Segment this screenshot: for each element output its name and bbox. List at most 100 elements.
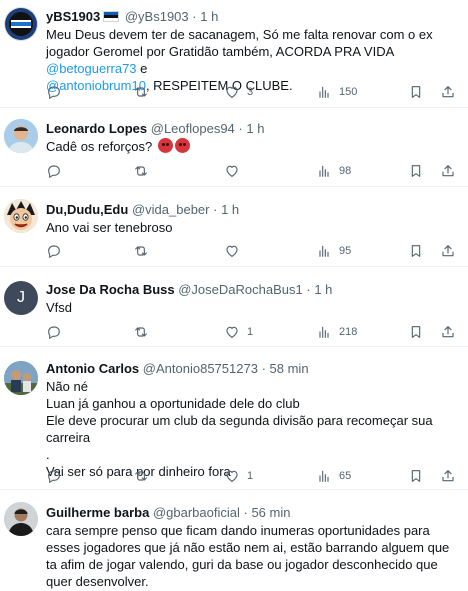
views-button[interactable]: 65 (316, 467, 351, 485)
share-icon (440, 324, 456, 340)
bookmark-button[interactable] (408, 242, 424, 260)
timestamp[interactable]: 1 h (221, 202, 239, 217)
author-name[interactable]: Jose Da Rocha Buss (46, 282, 175, 297)
tweet[interactable]: Du,Dudu,Edu @vida_beber · 1 h Ano vai se… (0, 187, 468, 267)
author-handle[interactable]: @yBs1903 (125, 9, 189, 24)
views-icon (316, 163, 332, 179)
timestamp[interactable]: 58 min (270, 361, 309, 376)
retweet-icon (133, 468, 149, 484)
share-button[interactable] (440, 83, 456, 101)
separator: · (306, 282, 311, 297)
views-button[interactable]: 98 (316, 162, 351, 180)
reply-icon (46, 84, 62, 100)
avatar[interactable] (4, 7, 38, 41)
heart-icon (224, 84, 240, 100)
heart-icon (224, 243, 240, 259)
text-line: Não né (46, 379, 88, 394)
views-button[interactable]: 218 (316, 323, 357, 341)
tweet-text: Ano vai ser tenebroso (46, 219, 460, 236)
text-line: Luan já ganhou a oportunidade dele do cl… (46, 396, 300, 411)
avatar[interactable] (4, 361, 38, 395)
retweet-button[interactable] (133, 83, 156, 101)
views-icon (316, 243, 332, 259)
separator: · (238, 121, 243, 136)
author-handle[interactable]: @gbarbaoficial (153, 505, 240, 520)
text-segment: e (136, 61, 148, 76)
author-name[interactable]: yBS1903 (46, 9, 100, 24)
like-button[interactable] (224, 242, 247, 260)
user-photo-icon (4, 119, 38, 153)
separator: · (213, 202, 218, 217)
retweet-button[interactable] (133, 323, 156, 341)
author-handle[interactable]: @vida_beber (132, 202, 210, 217)
timestamp[interactable]: 1 h (314, 282, 332, 297)
bookmark-button[interactable] (408, 467, 424, 485)
bookmark-button[interactable] (408, 83, 424, 101)
cartoon-avatar-icon (4, 199, 38, 233)
retweet-icon (133, 163, 149, 179)
avatar-letter: J (17, 289, 25, 306)
views-button[interactable]: 95 (316, 242, 351, 260)
avatar[interactable] (4, 502, 38, 536)
reply-button[interactable] (46, 467, 69, 485)
reply-button[interactable] (46, 162, 69, 180)
reply-button[interactable] (46, 323, 69, 341)
retweet-button[interactable] (133, 467, 156, 485)
view-count: 65 (339, 470, 352, 482)
timestamp[interactable]: 1 h (200, 9, 218, 24)
author-name[interactable]: Guilherme barba (46, 505, 149, 520)
like-button[interactable]: 1 (224, 467, 253, 485)
author-name[interactable]: Antonio Carlos (46, 361, 139, 376)
bookmark-button[interactable] (408, 162, 424, 180)
share-icon (440, 468, 456, 484)
tweet[interactable]: Guilherme barba @gbarbaoficial · 56 min … (0, 490, 468, 591)
tweet-text: Não né Luan já ganhou a oportunidade del… (46, 378, 460, 480)
timestamp[interactable]: 1 h (246, 121, 264, 136)
like-count: 1 (247, 470, 254, 482)
like-button[interactable] (224, 162, 247, 180)
tweet[interactable]: J Jose Da Rocha Buss @JoseDaRochaBus1 · … (0, 267, 468, 347)
share-button[interactable] (440, 162, 456, 180)
view-count: 150 (339, 86, 358, 98)
heart-icon (224, 324, 240, 340)
author-handle[interactable]: @Antonio85751273 (143, 361, 258, 376)
mention-link[interactable]: @betoguerra73 (46, 61, 137, 76)
view-count: 95 (339, 245, 352, 257)
bookmark-button[interactable] (408, 323, 424, 341)
author-name[interactable]: Leonardo Lopes (46, 121, 147, 136)
user-photo-icon (4, 502, 38, 536)
retweet-button[interactable] (133, 162, 156, 180)
tweet[interactable]: Antonio Carlos @Antonio85751273 · 58 min… (0, 347, 468, 490)
avatar[interactable] (4, 119, 38, 153)
view-count: 98 (339, 165, 352, 177)
estonia-flag-icon (103, 11, 120, 22)
share-button[interactable] (440, 242, 456, 260)
timestamp[interactable]: 56 min (251, 505, 290, 520)
separator: · (192, 9, 197, 24)
retweet-button[interactable] (133, 242, 156, 260)
like-count: 3 (247, 86, 254, 98)
tweet-text: cara sempre penso que ficam dando inumer… (46, 522, 460, 590)
retweet-icon (133, 324, 149, 340)
reply-button[interactable] (46, 242, 69, 260)
avatar[interactable]: J (4, 281, 38, 315)
like-button[interactable]: 3 (224, 83, 253, 101)
author-name[interactable]: Du,Dudu,Edu (46, 202, 128, 217)
views-icon (316, 468, 332, 484)
share-button[interactable] (440, 467, 456, 485)
share-icon (440, 84, 456, 100)
share-button[interactable] (440, 323, 456, 341)
like-button[interactable]: 1 (224, 323, 253, 341)
text-segment: Meu Deus devem ter de sacanagem, Só me f… (46, 27, 433, 59)
tweet[interactable]: Leonardo Lopes @Leoflopes94 · 1 h Cadê o… (0, 108, 468, 187)
reply-icon (46, 468, 62, 484)
text-segment: Cadê os reforços? (46, 139, 153, 154)
author-handle[interactable]: @Leoflopes94 (151, 121, 235, 136)
separator: · (243, 505, 248, 520)
avatar[interactable] (4, 199, 38, 233)
views-button[interactable]: 150 (316, 83, 357, 101)
author-handle[interactable]: @JoseDaRochaBus1 (178, 282, 302, 297)
tweet[interactable]: yBS1903 @yBs1903 · 1 h Meu Deus devem te… (0, 0, 468, 108)
reply-button[interactable] (46, 83, 69, 101)
text-segment: Vfsd (46, 300, 73, 315)
